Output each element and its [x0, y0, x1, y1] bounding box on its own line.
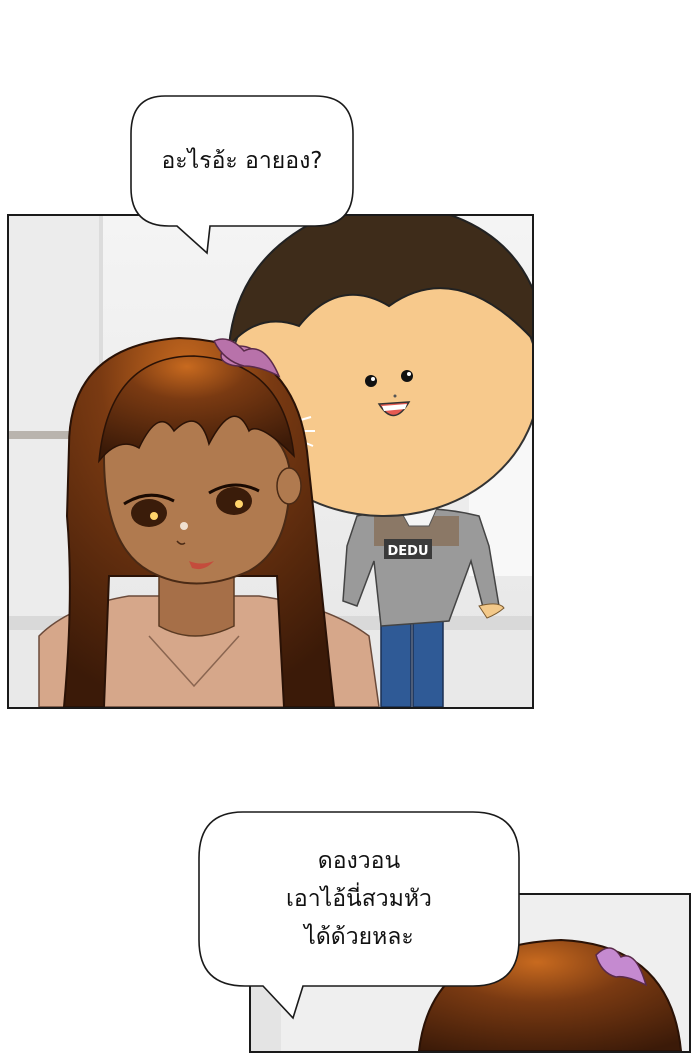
speech-bubble-bottom: ดองวอน เอาไอ้นี่สวมหัว ได้ด้วยหละ	[193, 808, 527, 1026]
shirt-logo: DEDU	[387, 544, 428, 559]
speech-bubble-bottom-text: ดองวอน เอาไอ้นี่สวมหัว ได้ด้วยหละ	[199, 842, 519, 956]
speech-bubble-bottom-line-2: เอาไอ้นี่สวมหัว	[286, 886, 432, 912]
comic-panel-1: DEDU	[7, 214, 534, 709]
speech-bubble-top-text: อะไรอ้ะ อายอง?	[161, 148, 323, 174]
speech-bubble-top: อะไรอ้ะ อายอง?	[125, 92, 361, 262]
panel-1-artwork: DEDU	[9, 216, 532, 707]
speech-bubble-bottom-line-3: ได้ด้วยหละ	[304, 924, 414, 950]
speech-bubble-bottom-line-1: ดองวอน	[317, 848, 401, 874]
